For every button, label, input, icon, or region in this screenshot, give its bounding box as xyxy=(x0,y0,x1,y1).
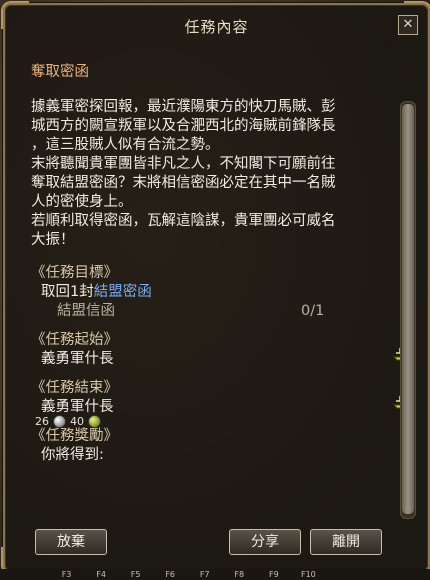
hotkey-label[interactable]: F4 xyxy=(85,569,117,580)
end-npc: 義勇軍什長 xyxy=(41,399,114,415)
objective-heading: 《任務目標》 xyxy=(31,265,118,281)
hotkey-bar: F3 F4 F5 F6 F7 F8 F9 F10 xyxy=(0,569,430,580)
objective-progress-row: 結盟信函 0/1 xyxy=(31,302,391,321)
description-line: 若順利取得密函，瓦解這陰謀，貴軍團必可威名 xyxy=(31,213,336,229)
hotkey-label[interactable]: F8 xyxy=(223,569,255,580)
objective-task: 取回1封結盟密函 xyxy=(31,283,391,302)
hotkey-label[interactable]: F6 xyxy=(154,569,186,580)
dialog-title: 任務內容 xyxy=(184,18,249,36)
description-line: 據義軍密探回報，最近濮陽東方的快刀馬賊、彭 xyxy=(31,99,336,115)
reward-silver-amount: 26 xyxy=(35,415,49,428)
abandon-button[interactable]: 放棄 xyxy=(35,529,107,555)
scrollbar-thumb[interactable] xyxy=(402,104,414,514)
quest-description: 據義軍密探回報，最近濮陽東方的快刀馬賊、彭 城西方的闕宣叛軍以及合淝西北的海賊前… xyxy=(31,98,391,250)
objective-task-prefix: 取回1封 xyxy=(41,284,94,300)
start-heading: 《任務起始》 xyxy=(31,332,118,348)
description-line: 人的密使身上。 xyxy=(31,194,133,210)
share-button[interactable]: 分享 xyxy=(229,529,301,555)
description-line: 城西方的闕宣叛軍以及合淝西北的海賊前鋒隊長 xyxy=(31,118,336,134)
silver-coin-icon xyxy=(53,415,66,428)
description-line: ，這三股賊人似有合流之勢。 xyxy=(31,137,220,153)
close-button[interactable]: ✕ xyxy=(398,15,418,35)
quest-name: 奪取密函 xyxy=(31,64,89,80)
objective-progress: 0/1 xyxy=(301,303,325,319)
leave-button[interactable]: 離開 xyxy=(310,529,382,555)
start-npc-row: 義勇軍什長 xyxy=(31,347,412,369)
description-line: 末將聽聞貴軍團皆非凡之人，不知閣下可願前往 xyxy=(31,156,336,172)
description-line: 大振！ xyxy=(31,232,75,248)
end-heading: 《任務結束》 xyxy=(31,380,118,396)
description-line: 奪取結盟密函？末將相信密函必定在其中一名賊 xyxy=(31,175,336,191)
hotkey-label[interactable]: F9 xyxy=(258,569,290,580)
reward-label: 你將得到: xyxy=(41,447,104,463)
hotkey-label[interactable]: F10 xyxy=(292,569,324,580)
hotkey-label[interactable]: F3 xyxy=(51,569,83,580)
hotkey-label[interactable]: F7 xyxy=(189,569,221,580)
close-icon: ✕ xyxy=(402,17,414,32)
reward-money: 26 40 xyxy=(35,415,101,428)
quest-dialog: 任務內容 ✕ 奪取密函 據義軍密探回報，最近濮陽東方的快刀馬賊、彭 城西方的闕宣… xyxy=(1,1,430,575)
reward-heading: 《任務獎勵》 xyxy=(31,428,118,444)
reward-copper-amount: 40 xyxy=(70,415,84,428)
scrollbar[interactable] xyxy=(400,101,416,519)
objective-item-name: 結盟信函 xyxy=(57,303,115,319)
start-npc: 義勇軍什長 xyxy=(41,351,114,367)
copper-coin-icon xyxy=(88,415,101,428)
hotkey-label[interactable]: F5 xyxy=(120,569,152,580)
objective-item-link[interactable]: 結盟密函 xyxy=(94,284,152,300)
quest-content: 奪取密函 據義軍密探回報，最近濮陽東方的快刀馬賊、彭 城西方的闕宣叛軍以及合淝西… xyxy=(31,63,412,465)
